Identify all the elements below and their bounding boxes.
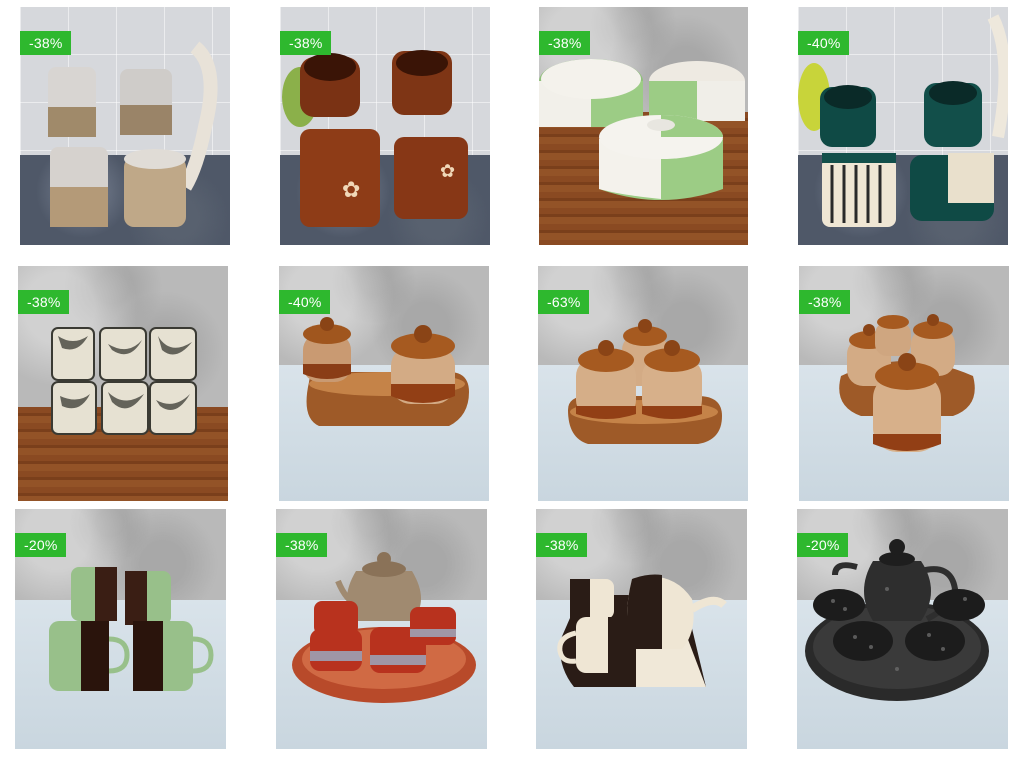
discount-badge: -38% bbox=[539, 31, 591, 55]
svg-text:✿: ✿ bbox=[342, 178, 360, 203]
discount-badge: -20% bbox=[797, 533, 849, 557]
product-card-3[interactable]: -38% bbox=[539, 7, 748, 245]
product-card-12[interactable]: -20% bbox=[797, 509, 1008, 749]
discount-badge: -40% bbox=[279, 290, 331, 314]
discount-badge: -20% bbox=[15, 533, 67, 557]
discount-badge: -38% bbox=[280, 31, 332, 55]
product-card-10[interactable]: -38% bbox=[276, 509, 487, 749]
discount-badge: -38% bbox=[20, 31, 72, 55]
product-card-4[interactable]: -40% bbox=[798, 7, 1008, 245]
product-card-1[interactable]: -38% bbox=[20, 7, 230, 245]
product-card-11[interactable]: -38% bbox=[536, 509, 747, 749]
discount-badge: -63% bbox=[538, 290, 590, 314]
product-card-2[interactable]: ✿ ✿ -38% bbox=[280, 7, 490, 245]
product-card-5[interactable]: -38% bbox=[18, 266, 228, 501]
product-card-9[interactable]: -20% bbox=[15, 509, 226, 749]
discount-badge: -38% bbox=[799, 290, 851, 314]
svg-text:✿: ✿ bbox=[440, 161, 455, 182]
product-card-8[interactable]: -38% bbox=[799, 266, 1009, 501]
product-card-6[interactable]: -40% bbox=[279, 266, 489, 501]
discount-badge: -38% bbox=[536, 533, 588, 557]
product-card-7[interactable]: -63% bbox=[538, 266, 748, 501]
discount-badge: -38% bbox=[276, 533, 328, 557]
discount-badge: -38% bbox=[18, 290, 70, 314]
discount-badge: -40% bbox=[798, 31, 850, 55]
